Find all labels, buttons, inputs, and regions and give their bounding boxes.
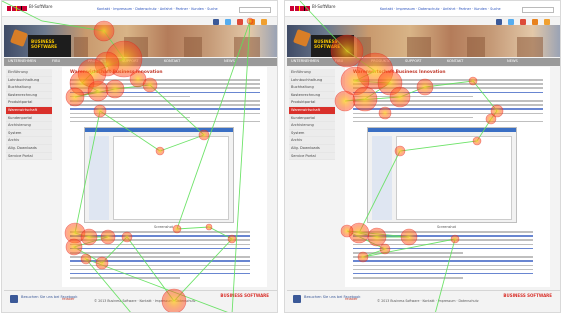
fixation-point — [80, 253, 92, 265]
fixation-point — [155, 146, 165, 156]
fixation-point — [95, 256, 109, 270]
fixation-point — [416, 78, 434, 96]
fixation-point — [330, 34, 364, 68]
fixation-point — [472, 136, 482, 146]
fixation-point — [105, 79, 125, 99]
fixation-point — [394, 145, 406, 157]
gaze-overlay — [299, 1, 504, 312]
fixation-point — [400, 228, 418, 246]
fixation-point — [468, 76, 478, 86]
fixation-point — [161, 288, 187, 312]
comparison-canvas: BI-SoftWare Kontakt · Impressum · Datensc… — [0, 0, 563, 313]
fixation-point — [93, 104, 107, 118]
fixation-point — [93, 20, 115, 42]
fixation-point — [142, 77, 158, 93]
fixation-point — [65, 238, 83, 256]
fixation-point — [389, 86, 411, 108]
fixation-point — [367, 227, 387, 247]
fixation-point — [357, 251, 369, 263]
fixation-point — [352, 86, 378, 112]
fixation-point — [198, 129, 210, 141]
scanpath-line — [299, 1, 498, 312]
fixation-point — [379, 243, 391, 255]
fixation-point — [205, 223, 213, 231]
fixation-point — [340, 224, 354, 238]
fixation-point — [87, 80, 109, 102]
fixation-point — [65, 87, 85, 107]
fixation-point — [172, 224, 182, 234]
gaze-overlay — [2, 1, 254, 312]
heatmap-view-left: BI-SoftWare Kontakt · Impressum · Datensc… — [1, 0, 278, 313]
fixation-point — [485, 113, 497, 125]
fixation-point — [100, 229, 116, 245]
fixation-point — [334, 90, 356, 112]
heatmap-view-right: BI-SoftWare Kontakt · Impressum · Datensc… — [284, 0, 561, 313]
fixation-point — [450, 234, 460, 244]
fixation-point — [227, 234, 237, 244]
fixation-point — [378, 106, 392, 120]
fixation-point — [246, 17, 254, 25]
fixation-point — [121, 231, 133, 243]
fixation-point — [80, 228, 98, 246]
